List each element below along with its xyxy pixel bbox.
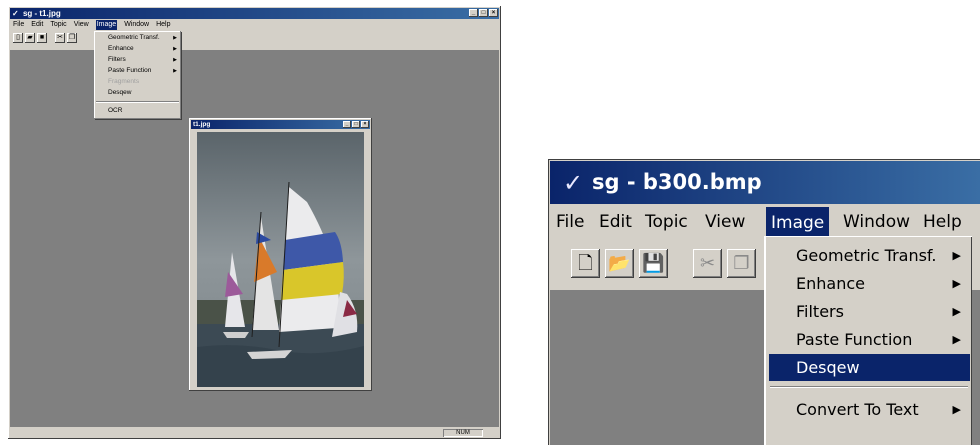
menu-item-enhance[interactable]: Enhance ▶ — [108, 44, 177, 54]
triangle-right-icon: ▶ — [173, 46, 177, 52]
menu-item-label: Enhance — [108, 45, 134, 52]
menu-edit[interactable]: Edit — [599, 212, 632, 232]
copy-icon[interactable]: ❐ — [727, 249, 756, 278]
left-title-bar: ✓ sg - t1.jpg _ □ × — [10, 8, 499, 19]
menu-item-geometric-transf[interactable]: Geometric Transf. ▶ — [769, 242, 970, 269]
menu-item-convert-to-text[interactable]: Convert To Text ▶ — [769, 396, 970, 423]
menu-image[interactable]: Image — [95, 20, 118, 30]
open-folder-icon[interactable]: ▰ — [25, 33, 35, 43]
triangle-right-icon: ▶ — [952, 249, 961, 262]
close-button[interactable]: × — [489, 9, 498, 17]
menu-view[interactable]: View — [705, 212, 745, 232]
menu-window[interactable]: Window — [843, 212, 910, 232]
menu-separator — [96, 101, 179, 103]
child-window-title: t1.jpg — [193, 121, 211, 128]
menu-item-enhance[interactable]: Enhance ▶ — [769, 270, 970, 297]
left-menu-bar: File Edit Topic View Image Window Help — [10, 20, 499, 30]
menu-file[interactable]: File — [13, 20, 24, 30]
menu-item-filters[interactable]: Filters ▶ — [769, 298, 970, 325]
save-disk-icon[interactable]: 💾 — [639, 249, 668, 278]
menu-item-geometric-transf[interactable]: Geometric Transf. ▶ — [108, 33, 177, 43]
image-child-window[interactable]: t1.jpg _ □ × — [189, 118, 372, 391]
menu-item-label: Filters — [108, 56, 126, 63]
menu-file[interactable]: File — [556, 212, 584, 232]
copy-icon[interactable]: ❐ — [67, 33, 77, 43]
zoom-menu-bar: File Edit Topic View Image Window Help — [550, 207, 980, 239]
triangle-right-icon: ▶ — [173, 68, 177, 74]
menu-item-label: Paste Function — [108, 67, 152, 74]
triangle-right-icon: ▶ — [173, 57, 177, 63]
menu-item-label: Convert To Text — [796, 400, 919, 419]
menu-item-paste-function[interactable]: Paste Function ▶ — [769, 326, 970, 353]
menu-topic[interactable]: Topic — [50, 20, 66, 30]
menu-item-fragments: Fragments — [108, 77, 177, 87]
left-window-title: sg - t1.jpg — [22, 9, 61, 18]
menu-item-label: Desqew — [796, 358, 860, 377]
menu-topic[interactable]: Topic — [645, 212, 688, 232]
menu-item-ocr[interactable]: OCR — [108, 106, 177, 116]
zoom-title-bar: ✓ sg - b300.bmp — [550, 161, 980, 204]
menu-item-paste-function[interactable]: Paste Function ▶ — [108, 66, 177, 76]
menu-separator — [770, 386, 968, 388]
triangle-right-icon: ▶ — [952, 403, 961, 416]
menu-item-label: OCR — [108, 107, 123, 114]
num-lock-indicator: NUM — [443, 429, 483, 437]
menu-image[interactable]: Image — [766, 207, 830, 239]
zoom-window-title: sg - b300.bmp — [592, 170, 762, 194]
child-maximize-button[interactable]: □ — [352, 121, 360, 128]
minimize-button[interactable]: _ — [469, 9, 478, 17]
menu-edit[interactable]: Edit — [31, 20, 43, 30]
menu-item-desqew[interactable]: Desqew — [108, 88, 177, 98]
menu-window[interactable]: Window — [124, 20, 149, 30]
triangle-right-icon: ▶ — [952, 333, 961, 346]
menu-item-label: Desqew — [108, 89, 132, 96]
menu-item-desqew[interactable]: Desqew — [769, 354, 970, 381]
child-close-button[interactable]: × — [361, 121, 369, 128]
new-document-icon[interactable]: ▯ — [13, 33, 23, 43]
new-document-icon[interactable]: 🗋 — [571, 249, 600, 278]
child-title-bar: t1.jpg _ □ × — [191, 120, 370, 129]
triangle-right-icon: ▶ — [952, 277, 961, 290]
menu-item-label: Paste Function — [796, 330, 913, 349]
menu-help[interactable]: Help — [923, 212, 962, 232]
menu-item-filters[interactable]: Filters ▶ — [108, 55, 177, 65]
app-logo-icon: ✓ — [12, 9, 19, 18]
menu-help[interactable]: Help — [156, 20, 170, 30]
save-disk-icon[interactable]: ■ — [37, 33, 47, 43]
checkmark-logo-icon: ✓ — [563, 169, 584, 197]
left-status-bar: NUM — [10, 428, 499, 438]
menu-view[interactable]: View — [74, 20, 89, 30]
menu-item-label: Geometric Transf. — [108, 34, 160, 41]
child-minimize-button[interactable]: _ — [343, 121, 351, 128]
left-toolbar: ▯ ▰ ■ ✂ ❐ — [10, 31, 499, 47]
maximize-button[interactable]: □ — [479, 9, 488, 17]
menu-item-label: Filters — [796, 302, 844, 321]
menu-item-label: Enhance — [796, 274, 865, 293]
zoom-image-dropdown: Geometric Transf. ▶ Enhance ▶ Filters ▶ … — [765, 236, 972, 445]
triangle-right-icon: ▶ — [952, 305, 961, 318]
sailboat-photo — [197, 132, 364, 387]
left-image-dropdown: Geometric Transf. ▶ Enhance ▶ Filters ▶ … — [94, 31, 181, 119]
triangle-right-icon: ▶ — [173, 35, 177, 41]
scissors-icon[interactable]: ✂ — [693, 249, 722, 278]
open-folder-icon[interactable]: 📂 — [605, 249, 634, 278]
menu-item-label: Geometric Transf. — [796, 246, 937, 265]
scissors-icon[interactable]: ✂ — [55, 33, 65, 43]
menu-item-label: Fragments — [108, 78, 140, 85]
